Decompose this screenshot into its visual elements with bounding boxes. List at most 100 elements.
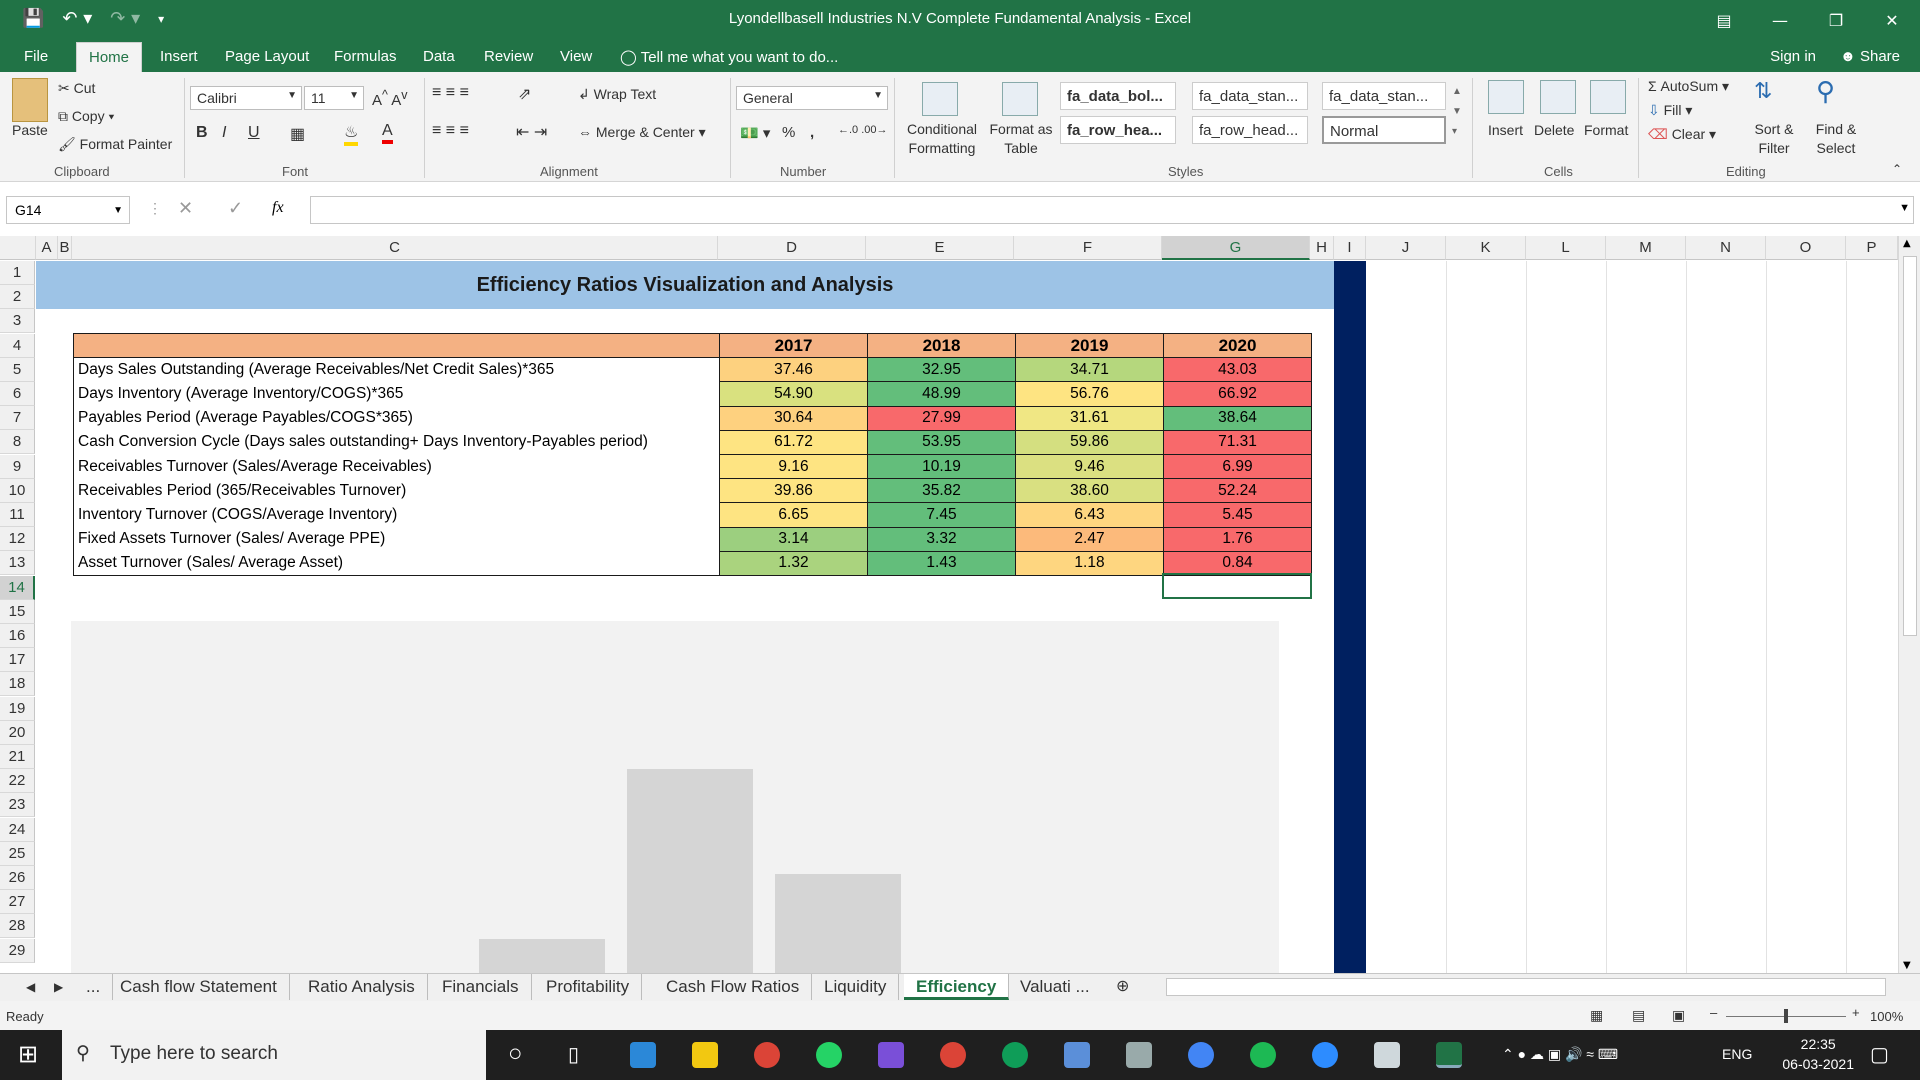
app-icon[interactable] bbox=[1126, 1042, 1152, 1068]
ratio-value-cell[interactable]: 38.60 bbox=[1015, 478, 1164, 504]
row-header-11[interactable]: 11 bbox=[0, 503, 35, 527]
zoom-in-icon[interactable]: + bbox=[1852, 1005, 1860, 1020]
row-header-26[interactable]: 26 bbox=[0, 866, 35, 890]
ratio-value-cell[interactable]: 66.92 bbox=[1163, 381, 1312, 407]
col-header-g[interactable]: G bbox=[1162, 236, 1310, 260]
system-tray-icons[interactable]: ⌃ ● ☁ ▣ 🔊 ≈ ⌨ bbox=[1502, 1046, 1618, 1063]
ratio-value-cell[interactable]: 6.99 bbox=[1163, 453, 1312, 480]
format-painter-button[interactable]: 🖌 Format Painter bbox=[58, 136, 172, 153]
row-header-27[interactable]: 27 bbox=[0, 890, 35, 915]
accounting-format-icon[interactable]: 💵 ▾ bbox=[740, 124, 770, 142]
sheet-tab-valuation[interactable]: Valuati ... bbox=[1008, 974, 1102, 1000]
paste-icon[interactable] bbox=[12, 78, 48, 122]
tab-insert[interactable]: Insert bbox=[148, 42, 210, 72]
restore-button[interactable]: ❐ bbox=[1808, 0, 1864, 40]
page-layout-view-icon[interactable]: ▤ bbox=[1632, 1007, 1645, 1024]
col-header-e[interactable]: E bbox=[866, 236, 1014, 260]
col-header-d[interactable]: D bbox=[718, 236, 866, 260]
taskbar-search-box[interactable]: ⚲ Type here to search bbox=[62, 1030, 486, 1080]
chrome-profile-3-icon[interactable] bbox=[1188, 1042, 1214, 1068]
zoom-app-icon[interactable] bbox=[1312, 1042, 1338, 1068]
scroll-up-icon[interactable]: ▲ bbox=[1903, 238, 1911, 249]
windows-start-icon[interactable]: ⊞ bbox=[18, 1040, 38, 1069]
ribbon-display-options-icon[interactable]: ▤ bbox=[1696, 0, 1752, 40]
row-header-24[interactable]: 24 bbox=[0, 817, 35, 842]
tab-formulas[interactable]: Formulas bbox=[322, 42, 409, 72]
ratio-value-cell[interactable]: 9.46 bbox=[1015, 453, 1164, 480]
calculator-icon[interactable] bbox=[1064, 1042, 1090, 1068]
fill-color-icon[interactable]: ♨ bbox=[344, 122, 359, 146]
row-header-22[interactable]: 22 bbox=[0, 769, 35, 794]
ratio-label[interactable]: Days Sales Outstanding (Average Receivab… bbox=[73, 357, 720, 382]
row-header-9[interactable]: 9 bbox=[0, 454, 35, 479]
ratio-value-cell[interactable]: 6.43 bbox=[1015, 502, 1164, 528]
ratio-label[interactable]: Receivables Period (365/Receivables Turn… bbox=[73, 478, 720, 503]
cut-button[interactable]: ✂ Cut bbox=[58, 80, 95, 97]
tab-file[interactable]: File bbox=[12, 42, 60, 72]
col-header-o[interactable]: O bbox=[1766, 236, 1846, 260]
delete-button[interactable]: Delete bbox=[1534, 122, 1574, 138]
sheet-tab-efficiency[interactable]: Efficiency bbox=[904, 974, 1010, 1000]
formula-input[interactable] bbox=[310, 196, 1914, 224]
row-header-13[interactable]: 13 bbox=[0, 551, 35, 576]
language-indicator[interactable]: ENG bbox=[1722, 1046, 1752, 1062]
ratio-value-cell[interactable]: 3.32 bbox=[867, 526, 1016, 552]
whatsapp-icon[interactable] bbox=[816, 1042, 842, 1068]
minimize-button[interactable]: — bbox=[1752, 0, 1808, 40]
font-name-select[interactable]: Calibri ▼ bbox=[190, 86, 302, 110]
ratio-value-cell[interactable]: 34.71 bbox=[1015, 357, 1164, 383]
col-header-p[interactable]: P bbox=[1846, 236, 1898, 260]
ratio-value-cell[interactable]: 35.82 bbox=[867, 478, 1016, 504]
ratio-value-cell[interactable]: 1.43 bbox=[867, 550, 1016, 576]
style-fa-row-header[interactable]: fa_row_head... bbox=[1192, 116, 1308, 144]
row-header-14[interactable]: 14 bbox=[0, 575, 35, 600]
chrome-profile-2-icon[interactable] bbox=[1002, 1042, 1028, 1068]
ratio-value-cell[interactable]: 71.31 bbox=[1163, 429, 1312, 455]
ratio-value-cell[interactable]: 1.32 bbox=[719, 550, 868, 576]
ratio-value-cell[interactable]: 2.47 bbox=[1015, 526, 1164, 552]
sheet-tab-cash-flow-statement[interactable]: Cash flow Statement bbox=[108, 974, 290, 1000]
sheet-tab-financials[interactable]: Financials bbox=[430, 974, 532, 1000]
copy-button[interactable]: ⧉ Copy ▾ bbox=[58, 108, 114, 125]
row-header-18[interactable]: 18 bbox=[0, 672, 35, 697]
col-header-b[interactable]: B bbox=[58, 236, 72, 260]
row-header-6[interactable]: 6 bbox=[0, 382, 35, 406]
tab-page-layout[interactable]: Page Layout bbox=[213, 42, 321, 72]
col-header-f[interactable]: F bbox=[1014, 236, 1162, 260]
find-select-button[interactable]: Find & Select bbox=[1804, 120, 1868, 158]
confirm-entry-icon[interactable]: ✓ bbox=[228, 198, 243, 219]
sheet-tab-ratio-analysis[interactable]: Ratio Analysis bbox=[296, 974, 428, 1000]
notifications-icon[interactable]: ▢ bbox=[1870, 1042, 1889, 1067]
clock[interactable]: 22:35 06-03-2021 bbox=[1782, 1036, 1854, 1072]
prev-sheet-icon[interactable]: ◀ bbox=[20, 974, 41, 1000]
ratio-value-cell[interactable]: 37.46 bbox=[719, 357, 868, 383]
styles-scroll-icon[interactable]: ▲ ▼ ▾ bbox=[1452, 82, 1462, 142]
row-header-4[interactable]: 4 bbox=[0, 333, 35, 358]
ratio-value-cell[interactable]: 52.24 bbox=[1163, 478, 1312, 504]
file-explorer-icon[interactable] bbox=[692, 1042, 718, 1068]
row-header-17[interactable]: 17 bbox=[0, 648, 35, 673]
align-left-icon[interactable]: ≡ ≡ ≡ bbox=[432, 122, 469, 140]
paint-icon[interactable] bbox=[878, 1042, 904, 1068]
insert-function-icon[interactable]: fx bbox=[272, 199, 284, 217]
scroll-thumb[interactable] bbox=[1903, 256, 1917, 636]
horizontal-scrollbar[interactable] bbox=[1166, 978, 1886, 996]
year-header[interactable]: 2020 bbox=[1163, 332, 1312, 359]
row-header-8[interactable]: 8 bbox=[0, 430, 35, 455]
comma-button[interactable]: , bbox=[810, 124, 814, 141]
tab-home[interactable]: Home bbox=[76, 42, 143, 72]
sheet-tab-profitability[interactable]: Profitability bbox=[534, 974, 643, 1000]
ratio-label[interactable]: Days Inventory (Average Inventory/COGS)*… bbox=[73, 381, 720, 407]
excel-taskbar-icon[interactable] bbox=[1436, 1042, 1462, 1068]
tell-me-box[interactable]: ◯ Tell me what you want to do... bbox=[620, 48, 838, 66]
merge-center-button[interactable]: ⇔ Merge & Center ▾ bbox=[578, 124, 706, 141]
share-button[interactable]: ☻ Share bbox=[1840, 48, 1900, 65]
ratio-value-cell[interactable]: 0.84 bbox=[1163, 550, 1312, 576]
mail-icon[interactable] bbox=[630, 1042, 656, 1068]
format-button[interactable]: Format bbox=[1584, 122, 1628, 138]
ratio-value-cell[interactable]: 31.61 bbox=[1015, 405, 1164, 431]
tab-view[interactable]: View bbox=[548, 42, 604, 72]
insert-button[interactable]: Insert bbox=[1488, 122, 1523, 138]
close-button[interactable]: ✕ bbox=[1864, 0, 1920, 40]
row-header-2[interactable]: 2 bbox=[0, 285, 35, 310]
